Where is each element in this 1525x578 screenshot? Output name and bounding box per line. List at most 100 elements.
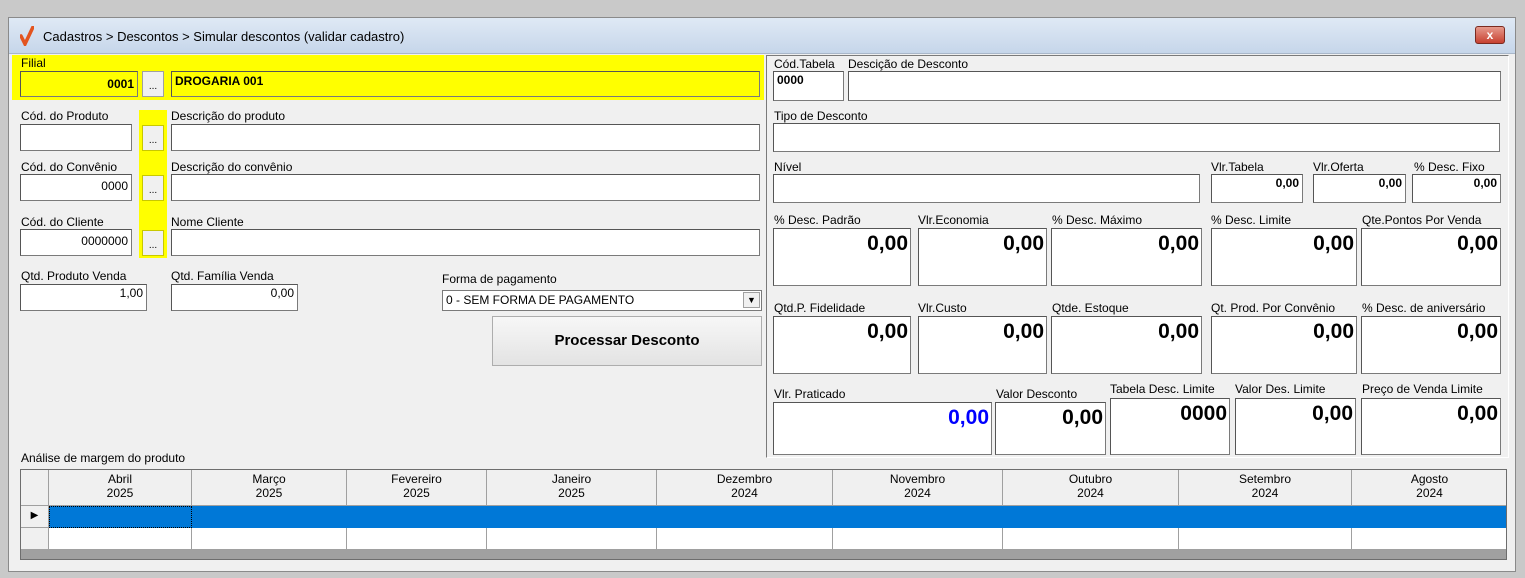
table-cell[interactable] bbox=[1179, 528, 1352, 550]
vlr-custo-label: Vlr.Custo bbox=[918, 301, 967, 315]
produto-desc-label: Descrição do produto bbox=[171, 109, 286, 123]
prod-convenio-field[interactable]: 0,00 bbox=[1211, 316, 1357, 374]
produto-code-field[interactable] bbox=[20, 124, 132, 151]
table-cell[interactable] bbox=[657, 528, 833, 550]
pagamento-select[interactable]: 0 - SEM FORMA DE PAGAMENTO ▼ bbox=[442, 290, 762, 311]
pagamento-label: Forma de pagamento bbox=[442, 272, 557, 286]
desc-fixo-field[interactable]: 0,00 bbox=[1412, 174, 1501, 203]
valor-desconto-field[interactable]: 0,00 bbox=[995, 402, 1106, 455]
table-cell[interactable] bbox=[1352, 528, 1506, 550]
tipo-desconto-field[interactable] bbox=[773, 123, 1500, 152]
vlr-custo-field[interactable]: 0,00 bbox=[918, 316, 1047, 374]
pontos-venda-field[interactable]: 0,00 bbox=[1361, 228, 1501, 286]
descricao-desconto-field[interactable] bbox=[848, 71, 1501, 101]
filial-name-field[interactable]: DROGARIA 001 bbox=[171, 71, 760, 97]
valor-desconto-label: Valor Desconto bbox=[996, 387, 1078, 401]
table-cell[interactable] bbox=[833, 528, 1003, 550]
desc-padrao-field[interactable]: 0,00 bbox=[773, 228, 911, 286]
cliente-code-field[interactable]: 0000000 bbox=[20, 229, 132, 256]
title-bar: Cadastros > Descontos > Simular desconto… bbox=[9, 18, 1515, 54]
descricao-desconto-label: Descição de Desconto bbox=[848, 57, 969, 71]
table-row[interactable] bbox=[21, 506, 1506, 528]
convenio-code-field[interactable]: 0000 bbox=[20, 174, 132, 201]
qtde-estoque-label: Qtde. Estoque bbox=[1052, 301, 1129, 315]
grid-header-janeiro[interactable]: Janeiro 2025 bbox=[487, 470, 657, 506]
pagamento-value: 0 - SEM FORMA DE PAGAMENTO bbox=[446, 293, 635, 307]
chevron-down-icon[interactable]: ▼ bbox=[743, 292, 760, 308]
qtd-fidelidade-field[interactable]: 0,00 bbox=[773, 316, 911, 374]
desc-aniversario-label: % Desc. de aniversário bbox=[1362, 301, 1486, 315]
desc-maximo-label: % Desc. Máximo bbox=[1052, 213, 1143, 227]
processar-desconto-button[interactable]: Processar Desconto bbox=[492, 316, 762, 366]
grid-title: Análise de margem do produto bbox=[21, 451, 186, 465]
preco-venda-limite-label: Preço de Venda Limite bbox=[1362, 382, 1483, 396]
tipo-desconto-label: Tipo de Desconto bbox=[774, 109, 868, 123]
app-check-icon bbox=[20, 26, 34, 46]
cliente-browse-button[interactable]: ... bbox=[142, 230, 164, 256]
grid-header-outubro[interactable]: Outubro 2024 bbox=[1003, 470, 1179, 506]
row-header bbox=[21, 528, 49, 550]
qtd-familia-label: Qtd. Família Venda bbox=[171, 269, 274, 283]
vlr-tabela-field[interactable]: 0,00 bbox=[1211, 174, 1303, 203]
nivel-label: Nível bbox=[774, 160, 802, 174]
vlr-oferta-label: Vlr.Oferta bbox=[1313, 160, 1364, 174]
window-title: Cadastros > Descontos > Simular desconto… bbox=[43, 29, 405, 44]
valor-des-limite-label: Valor Des. Limite bbox=[1235, 382, 1326, 396]
valor-des-limite-field[interactable]: 0,00 bbox=[1235, 398, 1356, 455]
grid-header-novembro[interactable]: Novembro 2024 bbox=[833, 470, 1003, 506]
close-button[interactable]: x bbox=[1475, 26, 1505, 44]
nivel-field[interactable] bbox=[773, 174, 1200, 203]
vlr-economia-label: Vlr.Economia bbox=[918, 213, 989, 227]
tabela-desc-limite-label: Tabela Desc. Limite bbox=[1110, 382, 1215, 396]
vlr-oferta-field[interactable]: 0,00 bbox=[1313, 174, 1406, 203]
desc-limite-label: % Desc. Limite bbox=[1211, 213, 1292, 227]
grid-header-abril[interactable]: Abril 2025 bbox=[49, 470, 192, 506]
grid-header-dezembro[interactable]: Dezembro 2024 bbox=[657, 470, 833, 506]
qtd-produto-field[interactable]: 1,00 bbox=[20, 284, 147, 311]
grid-header-agosto[interactable]: Agosto 2024 bbox=[1352, 470, 1506, 506]
pontos-venda-label: Qte.Pontos Por Venda bbox=[1362, 213, 1482, 227]
close-icon: x bbox=[1486, 28, 1494, 42]
vlr-praticado-field[interactable]: 0,00 bbox=[773, 402, 992, 455]
grid-header-fevereiro[interactable]: Fevereiro 2025 bbox=[347, 470, 487, 506]
convenio-desc-field[interactable] bbox=[171, 174, 760, 201]
convenio-code-label: Cód. do Convênio bbox=[21, 160, 118, 174]
cliente-desc-field[interactable] bbox=[171, 229, 760, 256]
table-cell-focused[interactable] bbox=[49, 506, 192, 528]
filial-label: Filial bbox=[21, 56, 46, 70]
grid-scrollbar[interactable] bbox=[21, 550, 1506, 559]
desc-aniversario-field[interactable]: 0,00 bbox=[1361, 316, 1501, 374]
preco-venda-limite-field[interactable]: 0,00 bbox=[1361, 398, 1501, 455]
qtd-produto-label: Qtd. Produto Venda bbox=[21, 269, 127, 283]
table-cell[interactable] bbox=[49, 528, 192, 550]
table-cell[interactable] bbox=[1003, 528, 1179, 550]
prod-convenio-label: Qt. Prod. Por Convênio bbox=[1211, 301, 1336, 315]
qtde-estoque-field[interactable]: 0,00 bbox=[1051, 316, 1202, 374]
tabela-desc-limite-field[interactable]: 0000 bbox=[1110, 398, 1230, 455]
cliente-desc-label: Nome Cliente bbox=[171, 215, 244, 229]
filial-browse-button[interactable]: ... bbox=[142, 71, 164, 97]
vlr-economia-field[interactable]: 0,00 bbox=[918, 228, 1047, 286]
row-pointer-icon: ▶ bbox=[21, 506, 49, 528]
table-cell[interactable] bbox=[347, 528, 487, 550]
cod-tabela-field[interactable]: 0000 bbox=[773, 71, 844, 101]
grid-header-setembro[interactable]: Setembro 2024 bbox=[1179, 470, 1352, 506]
grid-header-marco[interactable]: Março 2025 bbox=[192, 470, 347, 506]
table-cell[interactable] bbox=[487, 528, 657, 550]
main-window: Cadastros > Descontos > Simular desconto… bbox=[8, 17, 1516, 572]
margem-grid: Abril 2025 Março 2025 Fevereiro 2025 Janeir… bbox=[20, 469, 1507, 560]
cod-tabela-label: Cód.Tabela bbox=[774, 57, 835, 71]
vlr-tabela-label: Vlr.Tabela bbox=[1211, 160, 1264, 174]
produto-code-label: Cód. do Produto bbox=[21, 109, 109, 123]
convenio-browse-button[interactable]: ... bbox=[142, 175, 164, 201]
cliente-code-label: Cód. do Cliente bbox=[21, 215, 104, 229]
desc-fixo-label: % Desc. Fixo bbox=[1414, 160, 1485, 174]
qtd-familia-field[interactable]: 0,00 bbox=[171, 284, 298, 311]
desc-maximo-field[interactable]: 0,00 bbox=[1051, 228, 1202, 286]
desc-limite-field[interactable]: 0,00 bbox=[1211, 228, 1357, 286]
table-cell[interactable] bbox=[192, 528, 347, 550]
produto-desc-field[interactable] bbox=[171, 124, 760, 151]
produto-browse-button[interactable]: ... bbox=[142, 125, 164, 151]
vlr-praticado-label: Vlr. Praticado bbox=[774, 387, 846, 401]
filial-code-field[interactable]: 0001 bbox=[20, 71, 138, 97]
